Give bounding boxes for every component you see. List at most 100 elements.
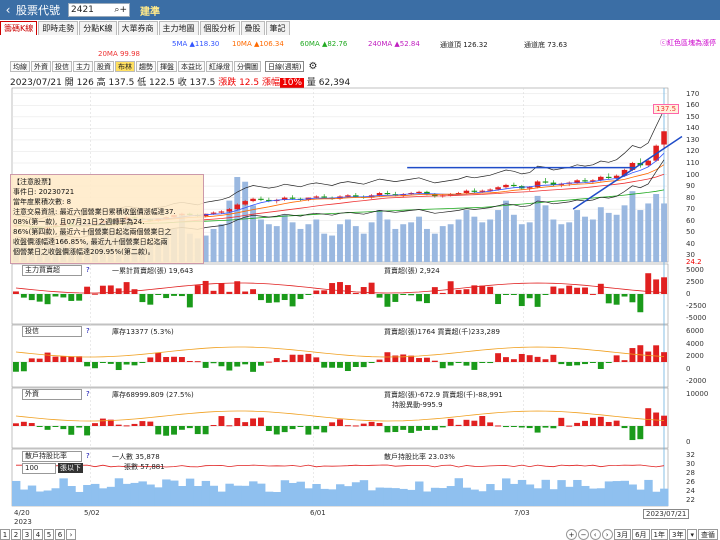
page-next-icon[interactable]: › bbox=[66, 528, 76, 540]
candle-body bbox=[550, 182, 557, 185]
tab-main-map[interactable]: 主力地圖 bbox=[158, 21, 199, 35]
panel4-select[interactable]: 散戶持股比率 bbox=[22, 451, 82, 462]
btn-equity[interactable]: 股資 bbox=[94, 60, 114, 72]
flow-bar bbox=[242, 291, 249, 294]
retail-ratio-bar bbox=[170, 480, 179, 506]
retail-ratio-bar bbox=[604, 481, 614, 506]
page-4[interactable]: 4 bbox=[33, 528, 43, 540]
page-1[interactable]: 1 bbox=[0, 528, 10, 540]
note-line: 事件日: 20230721 bbox=[13, 188, 75, 196]
flow-bar bbox=[479, 362, 486, 363]
zoom-out-icon[interactable]: − bbox=[577, 528, 589, 540]
flow-bar bbox=[510, 359, 517, 362]
volume-bar bbox=[621, 205, 628, 262]
btn-pe[interactable]: 本益比 bbox=[178, 60, 205, 72]
candle-body bbox=[455, 193, 462, 195]
period-select[interactable]: 日線(週期) bbox=[265, 60, 305, 72]
flow-bar bbox=[60, 426, 67, 430]
btn-bollinger[interactable]: 布林 bbox=[115, 60, 135, 72]
retail-ratio-bar bbox=[565, 486, 574, 506]
btn-price-dist[interactable]: 分價圖 bbox=[234, 60, 261, 72]
btn-main[interactable]: 主力 bbox=[73, 60, 93, 72]
retail-ratio-bar bbox=[375, 487, 384, 506]
retail-ratio-bar bbox=[596, 488, 606, 506]
panel2-help-icon[interactable]: ? bbox=[86, 327, 90, 335]
range-3y[interactable]: 3年 bbox=[669, 528, 687, 540]
range-more-icon[interactable]: ▾ bbox=[687, 528, 697, 540]
range-6m[interactable]: 6月 bbox=[632, 528, 650, 540]
flow-bar bbox=[463, 289, 470, 294]
page-6[interactable]: 6 bbox=[55, 528, 65, 540]
page-5[interactable]: 5 bbox=[44, 528, 54, 540]
tab-realtime[interactable]: 即時走勢 bbox=[38, 21, 79, 35]
panel3-help-icon[interactable]: ? bbox=[86, 390, 90, 398]
panel1-axis-label: -2500 bbox=[686, 302, 707, 310]
settings-icon[interactable]: ⚙ bbox=[308, 61, 317, 72]
flow-bar bbox=[163, 426, 170, 436]
flow-bar bbox=[139, 362, 146, 363]
stock-code-input[interactable]: 2421 ⌕+ bbox=[68, 3, 130, 17]
tab-branch-kline[interactable]: 分點K線 bbox=[79, 21, 117, 35]
flow-bar bbox=[36, 358, 43, 362]
btn-traffic[interactable]: 紅綠燈 bbox=[206, 60, 233, 72]
btn-ma[interactable]: 均線 bbox=[10, 60, 30, 72]
retail-ratio-bar bbox=[296, 481, 305, 506]
btn-swing[interactable]: 揮盤 bbox=[157, 60, 177, 72]
flow-bar bbox=[455, 289, 462, 294]
flow-bar bbox=[13, 362, 19, 372]
range-3m[interactable]: 3月 bbox=[613, 528, 632, 540]
volume-bar bbox=[479, 222, 486, 262]
tab-analysis[interactable]: 個股分析 bbox=[199, 21, 240, 35]
volume-bar bbox=[250, 205, 257, 262]
zoom-in-icon[interactable]: + bbox=[565, 528, 577, 540]
exit-button[interactable]: 查循 bbox=[698, 528, 718, 540]
panel2-select[interactable]: 投信 bbox=[22, 326, 82, 337]
flow-bar bbox=[84, 286, 91, 294]
candle-body bbox=[519, 186, 525, 189]
volume-bar bbox=[431, 233, 438, 262]
channel-bottom-label: 通道底 73.63 bbox=[524, 41, 568, 49]
btn-trust[interactable]: 投信 bbox=[52, 60, 72, 72]
holding-threshold-select[interactable]: 100 bbox=[22, 463, 56, 474]
page-3[interactable]: 3 bbox=[22, 528, 32, 540]
volume-bar bbox=[447, 224, 454, 262]
retail-ratio-bar bbox=[636, 489, 645, 506]
btn-foreign[interactable]: 外資 bbox=[31, 60, 51, 72]
btn-trend[interactable]: 趨勢 bbox=[136, 60, 156, 72]
flow-bar bbox=[526, 294, 533, 299]
page-2[interactable]: 2 bbox=[11, 528, 21, 540]
tab-broker[interactable]: 大單券商 bbox=[117, 21, 158, 35]
panel3-select[interactable]: 外資 bbox=[22, 389, 82, 400]
flow-bar bbox=[447, 281, 454, 294]
tab-chip-kline[interactable]: 籌碼K線 bbox=[0, 21, 38, 35]
top-bar: ‹ 股票代號 2421 ⌕+ 建準 bbox=[0, 0, 720, 20]
volume-bar bbox=[352, 226, 359, 262]
search-icon[interactable]: ⌕+ bbox=[114, 5, 127, 15]
retail-ratio-bar bbox=[138, 481, 147, 506]
flow-cum-line bbox=[15, 282, 665, 294]
flow-bar bbox=[487, 422, 494, 426]
right-icon[interactable]: › bbox=[601, 528, 613, 540]
panel4-axis-label: 32 bbox=[686, 451, 695, 459]
flow-bar bbox=[226, 425, 233, 427]
panel4-help-icon[interactable]: ? bbox=[86, 452, 90, 460]
flow-bar bbox=[416, 294, 422, 302]
note-line: 08%(第一款), 且07月21日之週轉率為24. bbox=[13, 218, 145, 226]
candle-body bbox=[258, 198, 264, 200]
range-1y[interactable]: 1年 bbox=[650, 528, 669, 540]
pager: 1 2 3 4 5 6 › bbox=[0, 528, 77, 540]
flow-bar bbox=[352, 292, 359, 294]
panel1-help-icon[interactable]: ? bbox=[86, 266, 90, 274]
flow-bar bbox=[653, 345, 660, 362]
back-icon[interactable]: ‹ bbox=[0, 3, 16, 17]
flow-bar bbox=[178, 357, 185, 362]
flow-bar bbox=[558, 417, 565, 426]
flow-bar bbox=[597, 362, 604, 369]
flow-bar bbox=[629, 426, 636, 441]
tab-notes[interactable]: 筆記 bbox=[265, 21, 290, 35]
ma60-label: 60MA ▲82.76 bbox=[300, 40, 348, 48]
tab-overlay[interactable]: 疊股 bbox=[240, 21, 265, 35]
panel1-select[interactable]: 主力買賣超 bbox=[22, 265, 82, 276]
flow-bar bbox=[107, 362, 114, 364]
left-icon[interactable]: ‹ bbox=[589, 528, 601, 540]
